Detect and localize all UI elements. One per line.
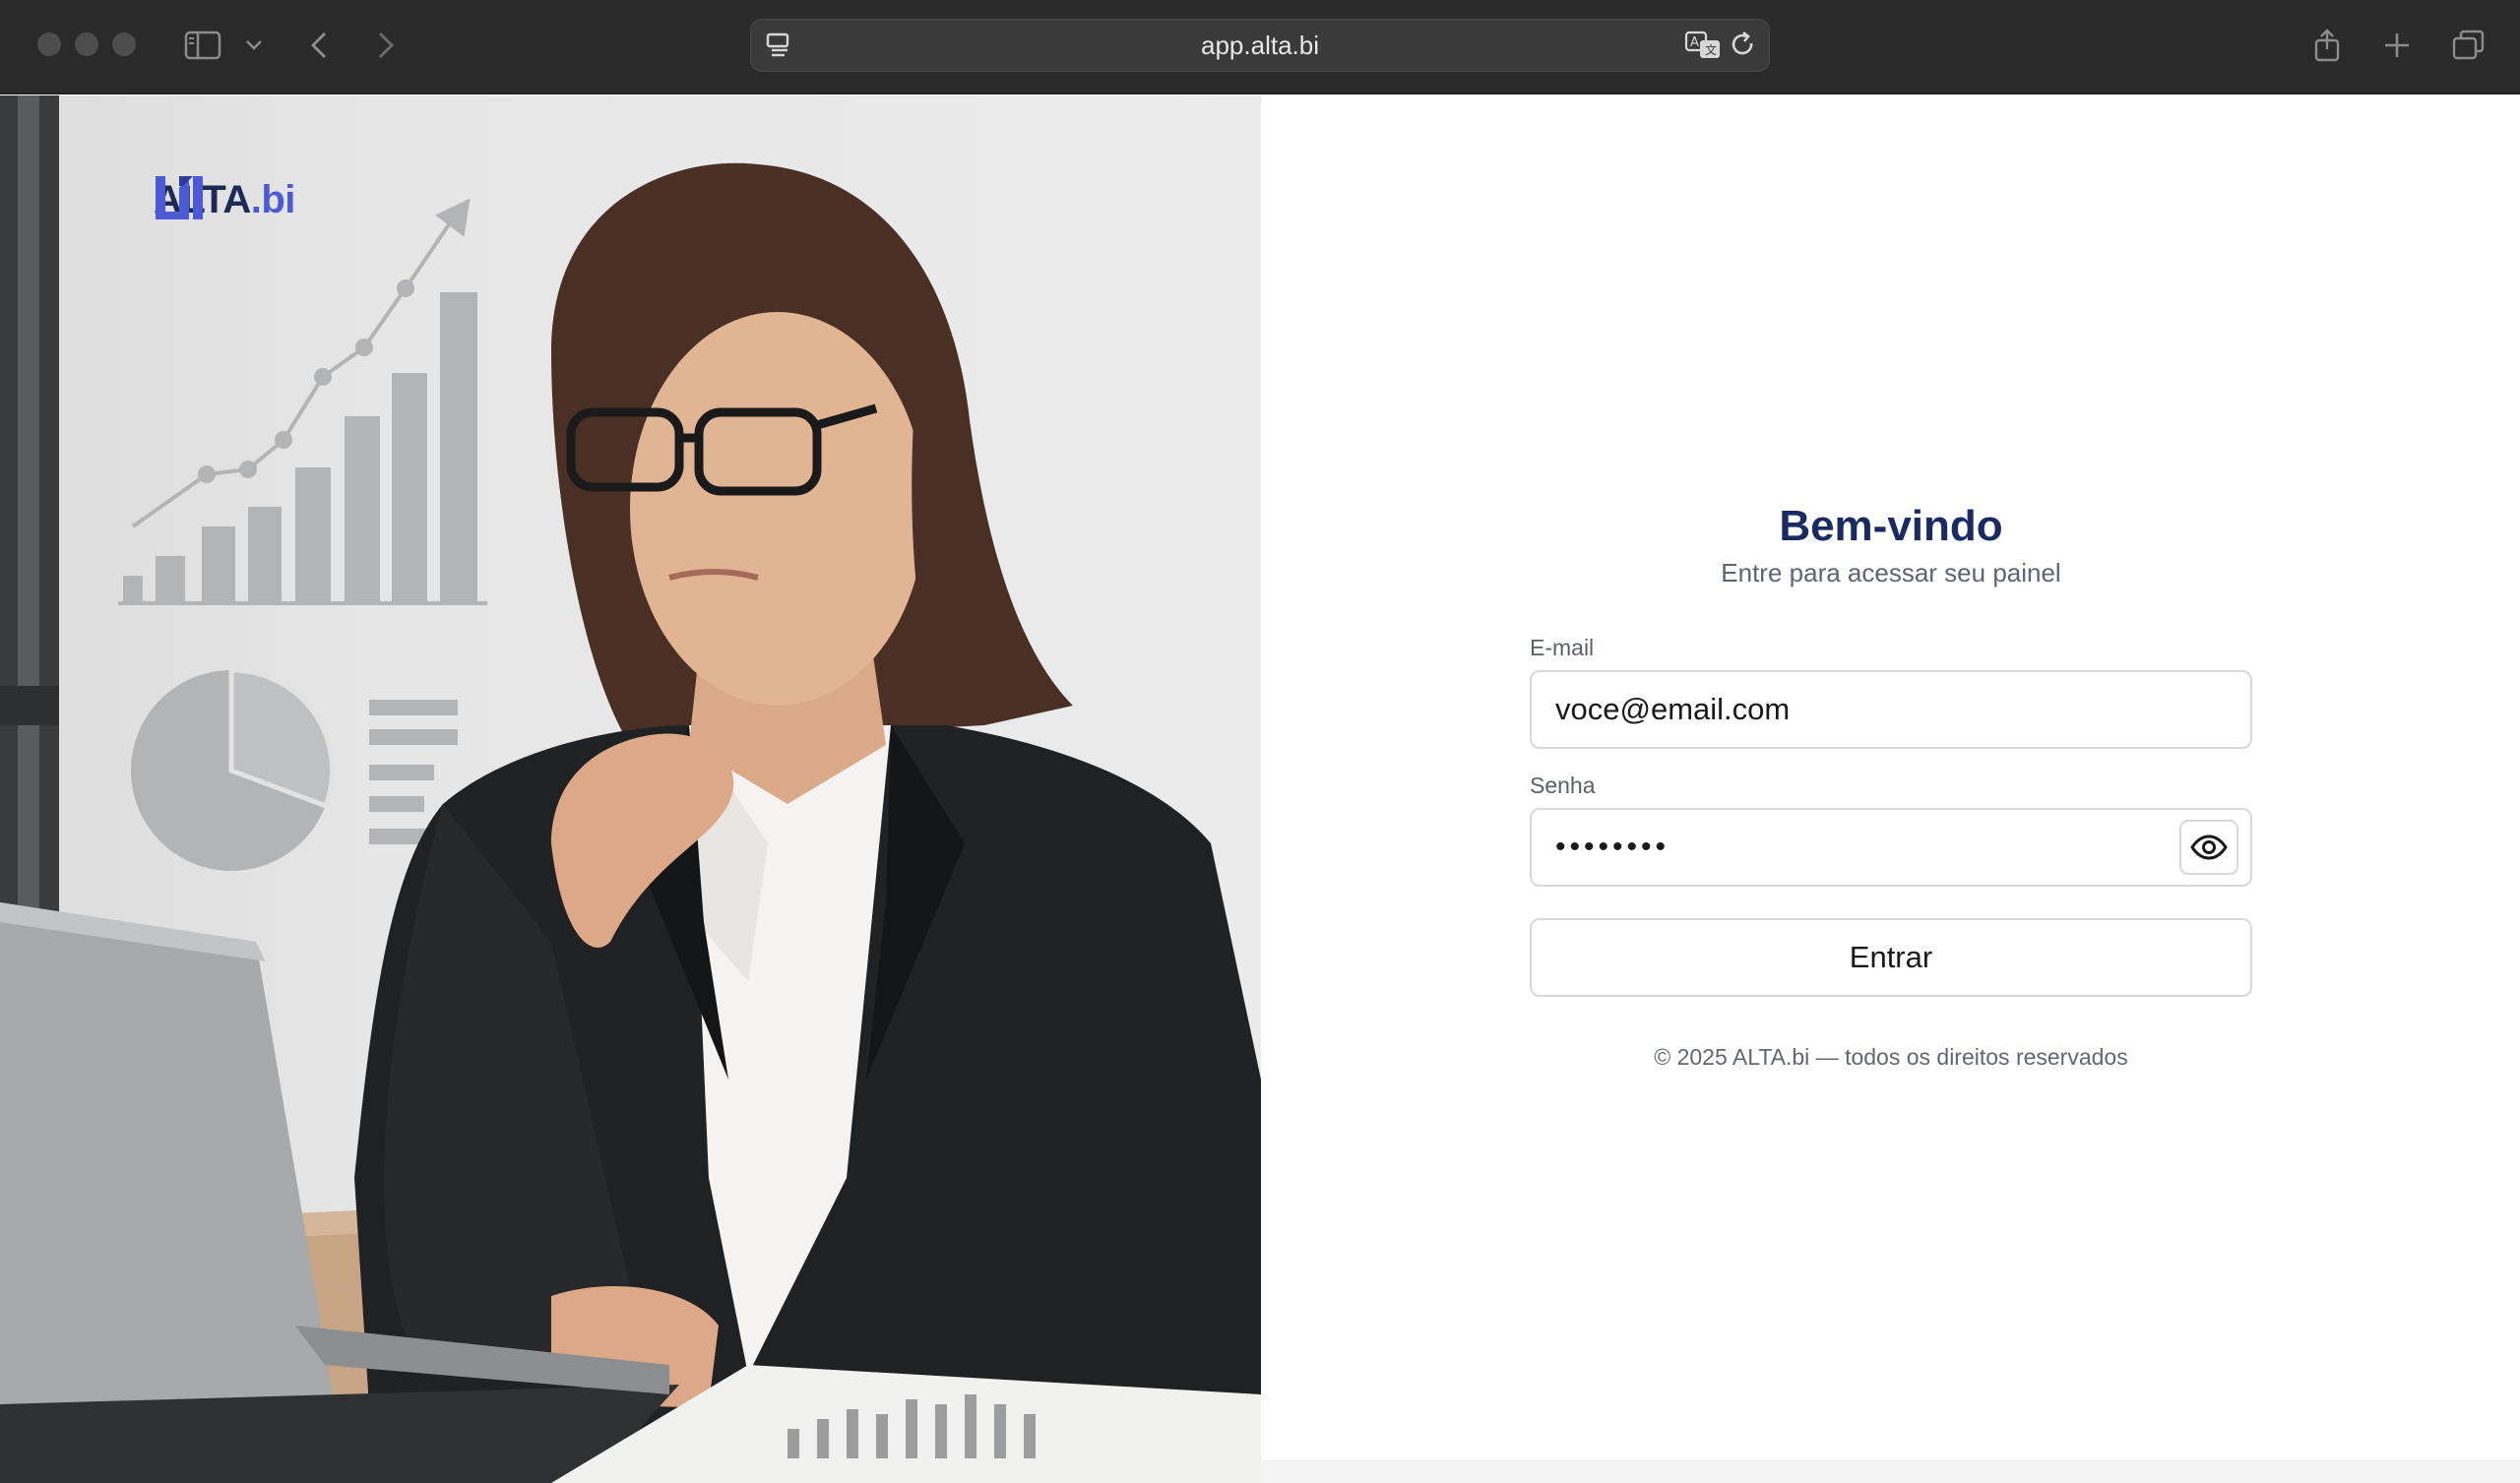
svg-text:A: A [1690, 35, 1699, 50]
email-field[interactable] [1555, 672, 2185, 747]
tabs-overview-icon[interactable] [2447, 24, 2490, 67]
panel-bottom-strip [1261, 1459, 2520, 1483]
copyright-text: © 2025 ALTA.bi — todos os direitos reser… [1654, 1044, 2128, 1070]
email-field-box [1530, 670, 2252, 749]
password-field-box[interactable]: •••••••• [1530, 808, 2252, 887]
chevron-left-icon[interactable] [297, 24, 341, 67]
hero-image: ALTA.bi [0, 95, 1261, 1483]
share-icon[interactable] [2305, 24, 2349, 67]
show-password-button[interactable] [2179, 820, 2238, 875]
chevron-down-icon[interactable] [234, 24, 274, 67]
sidebar-icon[interactable] [181, 24, 224, 67]
password-field[interactable]: •••••••• [1555, 810, 1670, 885]
browser-toolbar: app.alta.bi A文 [0, 0, 2520, 94]
login-title: Bem-vindo [1779, 502, 2003, 550]
minimize-window-button[interactable] [75, 32, 98, 56]
login-form: Bem-vindo Entre para acessar seu painel … [1530, 497, 2252, 1072]
email-label: E-mail [1530, 635, 1595, 660]
svg-text:文: 文 [1705, 42, 1717, 57]
logo-accent-text: .bi [250, 177, 296, 221]
password-label: Senha [1530, 772, 1596, 798]
eye-icon [2190, 834, 2228, 860]
zoom-window-button[interactable] [112, 32, 136, 56]
decor-pie-chart [131, 667, 335, 871]
chevron-right-icon[interactable] [364, 24, 408, 67]
decor-bar-chart [118, 292, 487, 605]
plus-icon[interactable] [2375, 24, 2419, 67]
logo-mark-icon [156, 176, 203, 219]
address-bar[interactable]: app.alta.bi A文 [750, 19, 1770, 72]
brand-logo: ALTA.bi [154, 174, 295, 225]
reload-icon[interactable] [1728, 30, 1759, 61]
translate-icon[interactable]: A文 [1684, 30, 1724, 61]
login-subtitle: Entre para acessar seu painel [1721, 558, 2061, 587]
hero-illustration [0, 95, 1261, 1483]
url-text[interactable]: app.alta.bi [751, 20, 1769, 71]
submit-button[interactable]: Entrar [1530, 918, 2252, 997]
close-window-button[interactable] [37, 32, 61, 56]
